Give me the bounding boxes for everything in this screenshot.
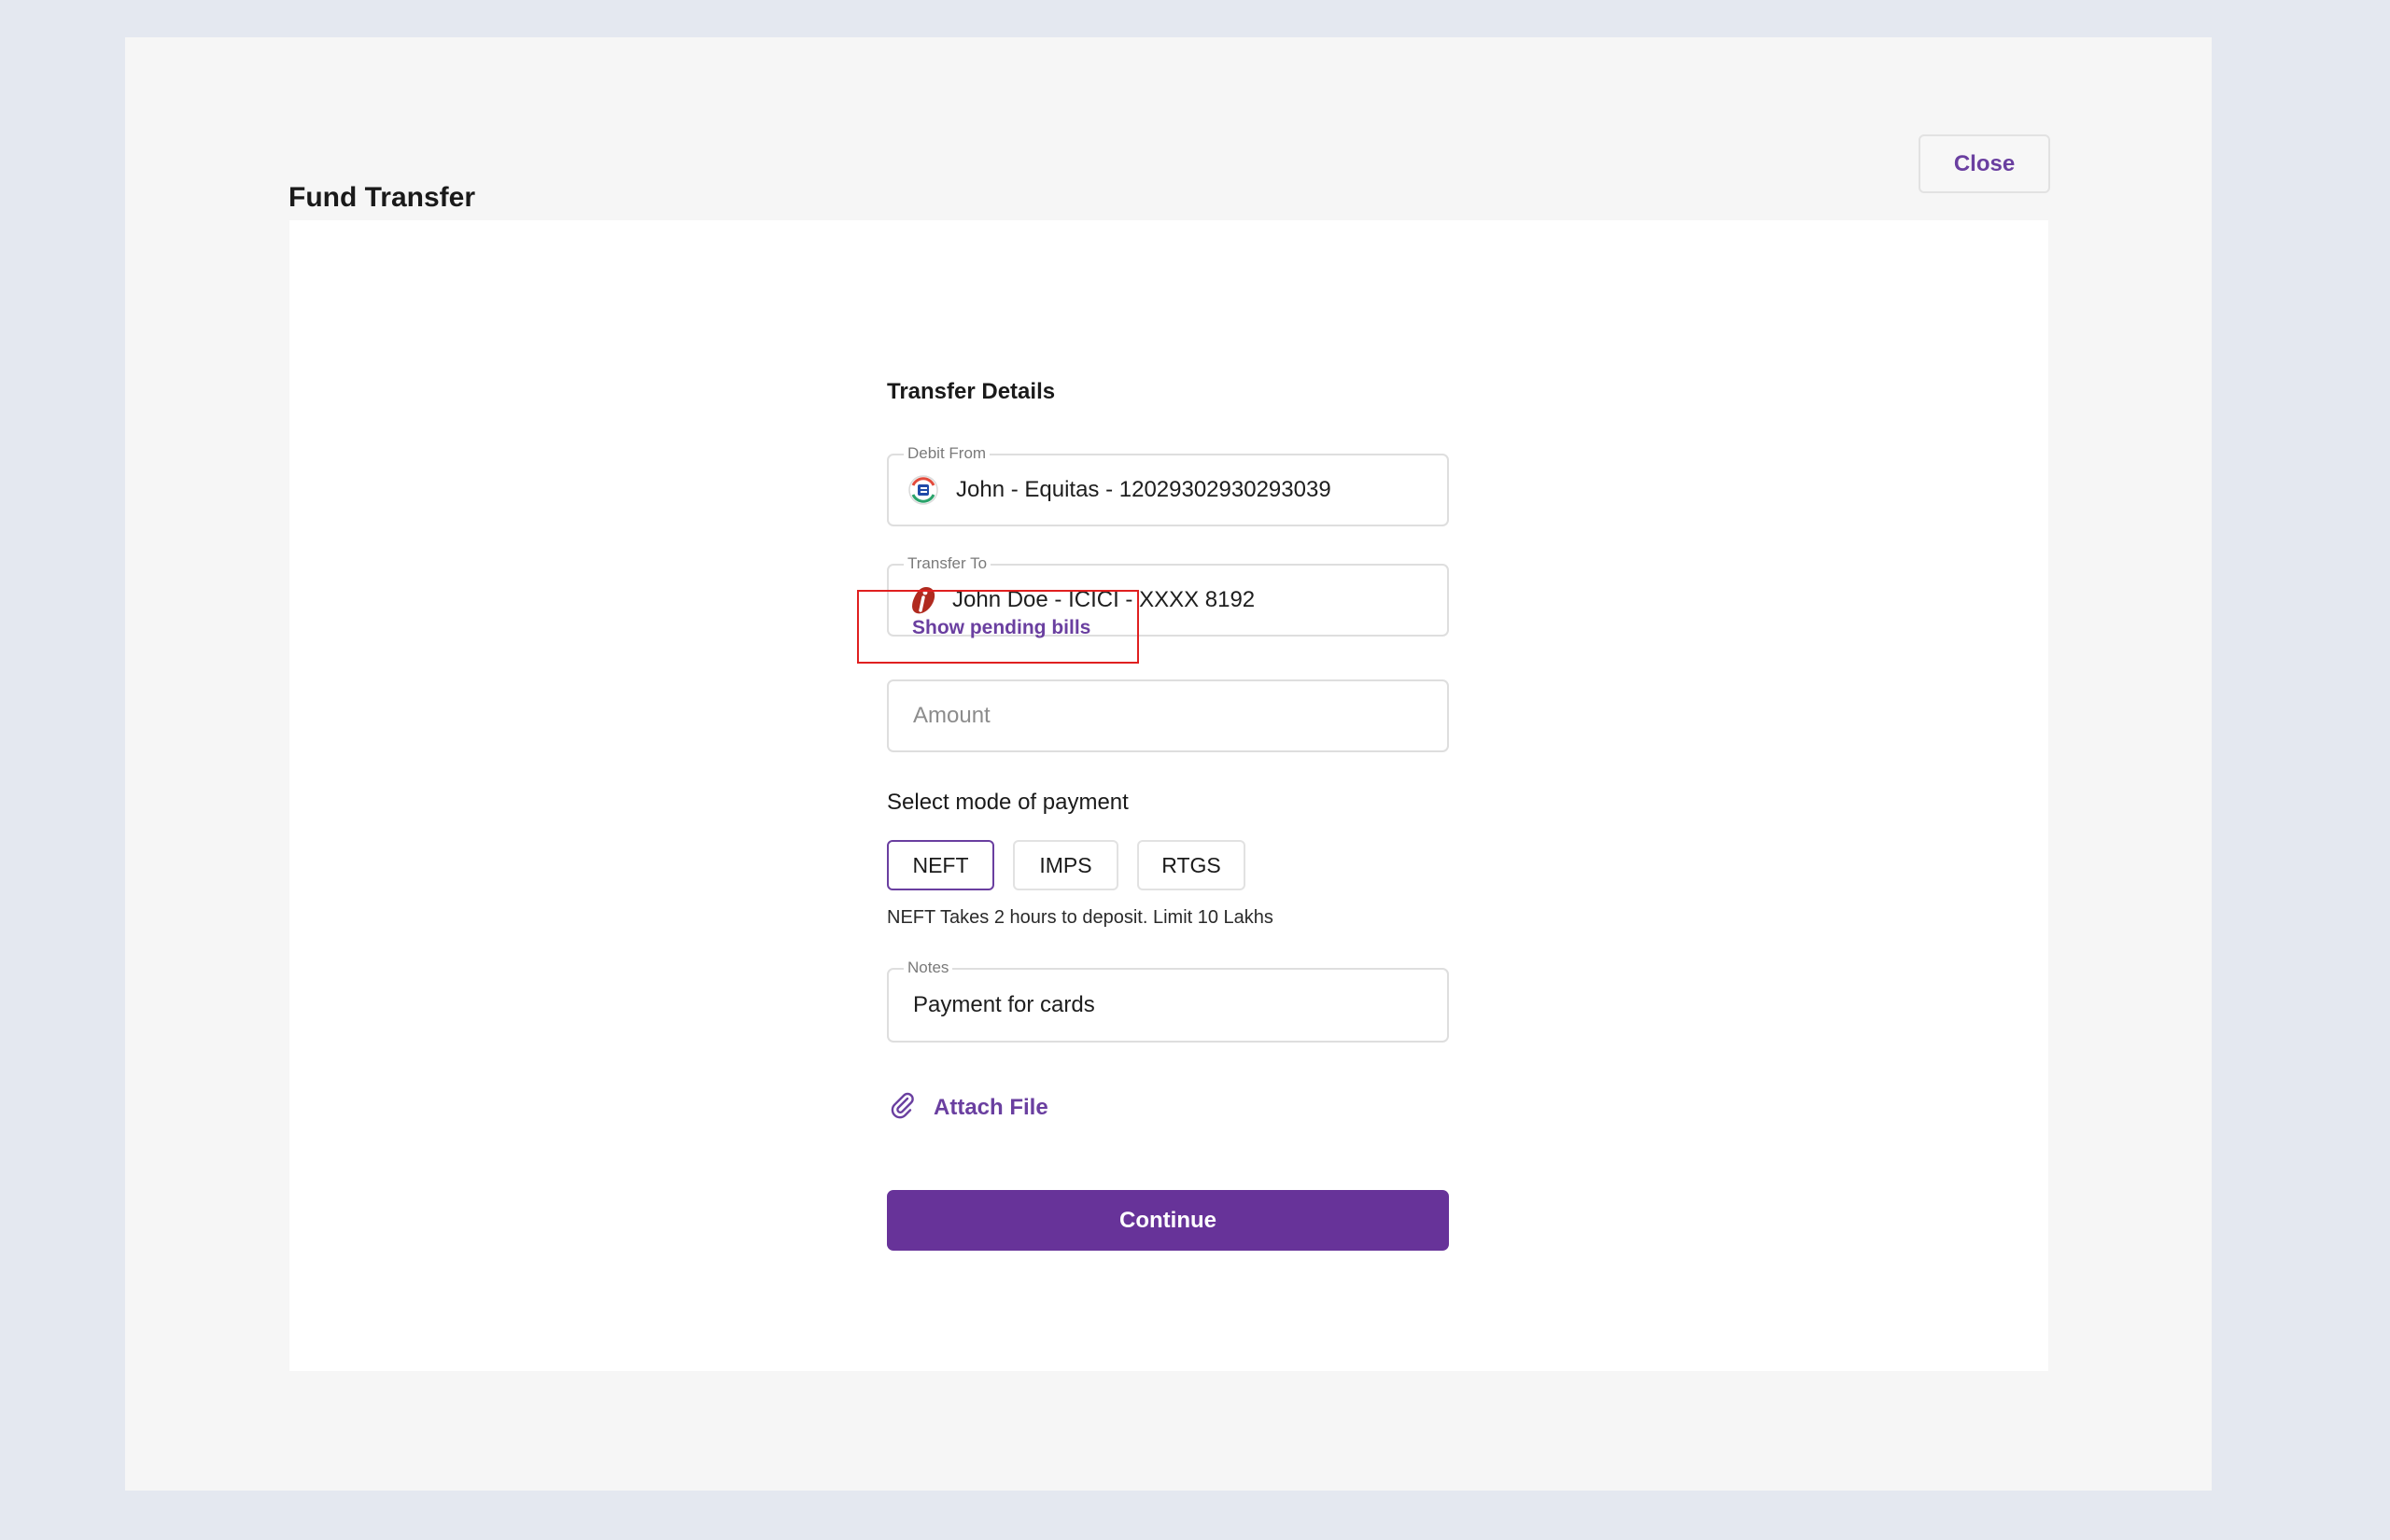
mode-imps-button[interactable]: IMPS (1013, 840, 1118, 890)
mode-rtgs-button[interactable]: RTGS (1137, 840, 1245, 890)
mode-neft-button[interactable]: NEFT (887, 840, 994, 890)
fund-transfer-modal: Fund Transfer Close Transfer Details Deb… (125, 37, 2212, 1491)
debit-from-value: John - Equitas - 12029302930293039 (956, 477, 1331, 502)
transfer-to-label: Transfer To (904, 553, 991, 574)
equitas-bank-icon (907, 474, 939, 506)
amount-placeholder: Amount (913, 703, 991, 728)
close-button[interactable]: Close (1919, 134, 2050, 193)
attach-file-label: Attach File (934, 1094, 1048, 1120)
debit-from-select[interactable]: Debit From John - Equitas - 120293029302… (887, 443, 1449, 526)
show-pending-bills-link[interactable]: Show pending bills (912, 617, 1090, 639)
debit-from-label: Debit From (904, 443, 991, 464)
notes-label: Notes (904, 958, 953, 978)
amount-input[interactable]: Amount (887, 679, 1449, 752)
continue-button[interactable]: Continue (887, 1190, 1449, 1251)
section-title: Transfer Details (887, 379, 1056, 404)
payment-mode-note: NEFT Takes 2 hours to deposit. Limit 10 … (887, 907, 1273, 928)
modal-title: Fund Transfer (288, 182, 476, 213)
notes-input[interactable]: Notes Payment for cards (887, 958, 1449, 1043)
attach-file-button[interactable]: Attach File (887, 1090, 1048, 1125)
payment-mode-label: Select mode of payment (887, 790, 1129, 815)
paperclip-icon (887, 1090, 917, 1125)
notes-value: Payment for cards (913, 992, 1095, 1017)
